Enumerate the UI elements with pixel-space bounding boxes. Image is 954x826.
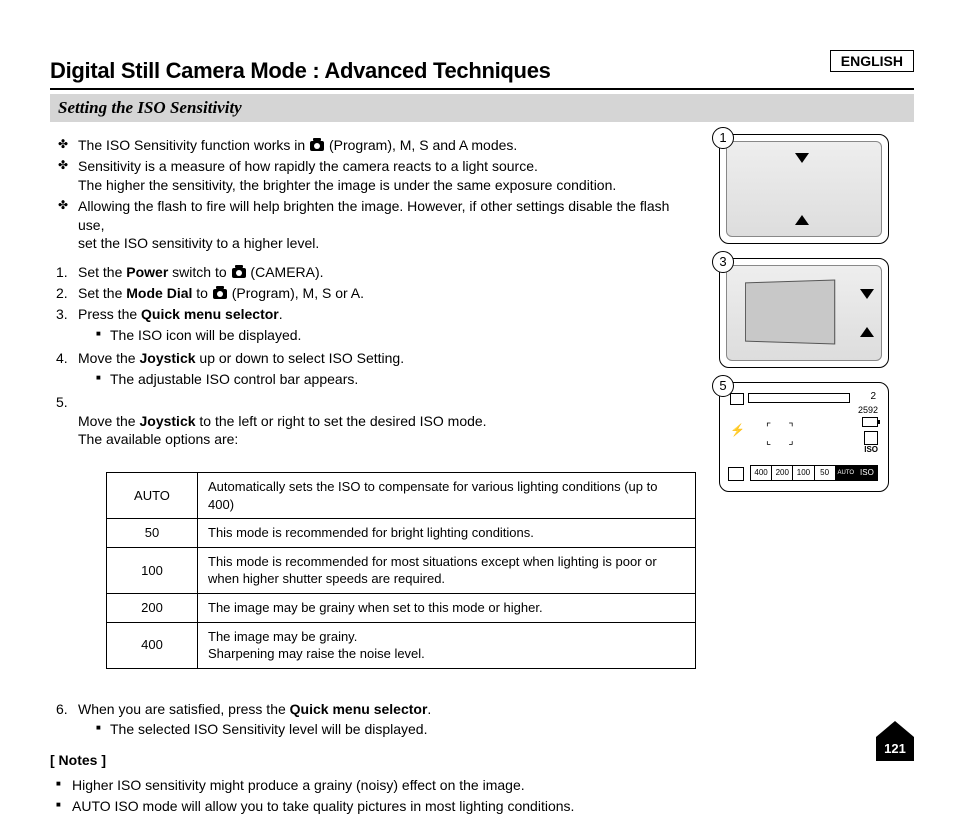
iso-option-strip: 400 200 100 50 AUTO ISO xyxy=(750,465,878,481)
iso-desc: This mode is recommended for bright ligh… xyxy=(198,519,696,548)
diagram-3: 3 xyxy=(719,258,914,368)
iso-key: 400 xyxy=(107,622,198,668)
step-bold: Power xyxy=(126,264,168,280)
focus-brackets: ⌜ ⌝⌞ ⌟ xyxy=(766,421,795,447)
content-columns: The ISO Sensitivity function works in (P… xyxy=(50,130,914,826)
language-badge: ENGLISH xyxy=(830,50,914,72)
step-text: Move the xyxy=(78,413,139,429)
step-badge: 1 xyxy=(712,127,734,149)
notes-list: Higher ISO sensitivity might produce a g… xyxy=(50,776,699,816)
step-badge: 3 xyxy=(712,251,734,273)
step-text: . xyxy=(427,701,431,717)
notes-heading: [ Notes ] xyxy=(50,751,699,770)
iso-table: AUTOAutomatically sets the ISO to compen… xyxy=(106,472,696,668)
diagram-5: 5 2 2592 ⚡ ⌜ ⌝⌞ ⌟ ISO 400 200 100 xyxy=(719,382,914,492)
lcd-preview: 2 2592 ⚡ ⌜ ⌝⌞ ⌟ ISO 400 200 100 50 AUTO xyxy=(719,382,889,492)
arrow-down-icon xyxy=(795,153,809,163)
iso-option: AUTO xyxy=(836,466,857,480)
step-text: Move the xyxy=(78,350,139,366)
step-text: Set the xyxy=(78,285,126,301)
sub-bullet: The selected ISO Sensitivity level will … xyxy=(96,720,699,739)
step-3: Press the Quick menu selector. The ISO i… xyxy=(50,305,699,345)
iso-key: 50 xyxy=(107,519,198,548)
page-number-decor xyxy=(876,721,914,737)
step-text: switch to (CAMERA). xyxy=(168,264,323,280)
section-subhead: Setting the ISO Sensitivity xyxy=(50,94,914,122)
arrow-up-icon xyxy=(795,215,809,225)
iso-option: 200 xyxy=(772,466,793,480)
camera-icon xyxy=(213,289,227,299)
page-title: Digital Still Camera Mode : Advanced Tec… xyxy=(50,58,914,84)
iso-key: AUTO xyxy=(107,473,198,519)
step-5: Move the Joystick to the left or right t… xyxy=(50,393,699,698)
media-icon xyxy=(728,467,744,481)
iso-key: 200 xyxy=(107,593,198,622)
step-text: Set the xyxy=(78,264,126,280)
camera-open-illustration xyxy=(719,258,889,368)
table-row: AUTOAutomatically sets the ISO to compen… xyxy=(107,473,696,519)
steps-list: Set the Power switch to (CAMERA). Set th… xyxy=(50,263,699,739)
iso-desc: Automatically sets the ISO to compensate… xyxy=(198,473,696,519)
intro-list: The ISO Sensitivity function works in (P… xyxy=(50,136,699,253)
shots-remaining: 2 xyxy=(870,391,876,402)
step-text: up or down to select ISO Setting. xyxy=(196,350,405,366)
camera-icon xyxy=(232,268,246,278)
step-4: Move the Joystick up or down to select I… xyxy=(50,349,699,389)
iso-option: 100 xyxy=(793,466,814,480)
iso-desc: The image may be grainy. Sharpening may … xyxy=(198,622,696,668)
table-row: 50This mode is recommended for bright li… xyxy=(107,519,696,548)
iso-option: 400 xyxy=(751,466,772,480)
sub-bullet: The adjustable ISO control bar appears. xyxy=(96,370,699,389)
iso-key: 100 xyxy=(107,547,198,593)
table-row: 400The image may be grainy. Sharpening m… xyxy=(107,622,696,668)
exposure-bar xyxy=(748,393,850,403)
step-bold: Joystick xyxy=(139,350,195,366)
page-number: 121 xyxy=(876,737,914,761)
intro-item: The ISO Sensitivity function works in (P… xyxy=(50,136,699,155)
text-column: The ISO Sensitivity function works in (P… xyxy=(50,130,699,826)
iso-option: 50 xyxy=(815,466,836,480)
table-row: 200The image may be grainy when set to t… xyxy=(107,593,696,622)
sub-bullet: The ISO icon will be displayed. xyxy=(96,326,699,345)
title-rule xyxy=(50,88,914,90)
intro-text: The ISO Sensitivity function works in (P… xyxy=(78,137,517,153)
iso-desc: This mode is recommended for most situat… xyxy=(198,547,696,593)
battery-icon xyxy=(862,417,878,427)
step-bold: Mode Dial xyxy=(126,285,192,301)
step-2: Set the Mode Dial to (Program), M, S or … xyxy=(50,284,699,303)
step-text: Press the xyxy=(78,306,141,322)
step-1: Set the Power switch to (CAMERA). xyxy=(50,263,699,282)
iso-desc: The image may be grainy when set to this… xyxy=(198,593,696,622)
arrow-down-icon xyxy=(860,289,874,299)
step-bold: Joystick xyxy=(139,413,195,429)
note-item: Higher ISO sensitivity might produce a g… xyxy=(50,776,699,795)
step-badge: 5 xyxy=(712,375,734,397)
flash-icon: ⚡ xyxy=(730,423,745,437)
step-text: When you are satisfied, press the xyxy=(78,701,290,717)
manual-page: ENGLISH Digital Still Camera Mode : Adva… xyxy=(0,0,954,779)
arrow-up-icon xyxy=(860,327,874,337)
intro-item: Allowing the flash to fire will help bri… xyxy=(50,197,699,254)
table-row: 100This mode is recommended for most sit… xyxy=(107,547,696,593)
resolution-label: 2592 xyxy=(858,405,878,415)
mode-indicator-icon xyxy=(730,393,744,405)
intro-item: Sensitivity is a measure of how rapidly … xyxy=(50,157,699,195)
step-6: When you are satisfied, press the Quick … xyxy=(50,700,699,740)
camera-icon xyxy=(310,141,324,151)
camera-illustration xyxy=(719,134,889,244)
step-text: . xyxy=(279,306,283,322)
diagram-1: 1 xyxy=(719,134,914,244)
card-icon xyxy=(864,431,878,445)
iso-indicator: ISO xyxy=(864,445,878,454)
iso-option: ISO xyxy=(857,466,877,480)
lcd-screen-icon xyxy=(745,279,835,344)
step-bold: Quick menu selector xyxy=(141,306,279,322)
step-bold: Quick menu selector xyxy=(290,701,428,717)
step-text: to (Program), M, S or A. xyxy=(192,285,364,301)
note-item: AUTO ISO mode will allow you to take qua… xyxy=(50,797,699,816)
